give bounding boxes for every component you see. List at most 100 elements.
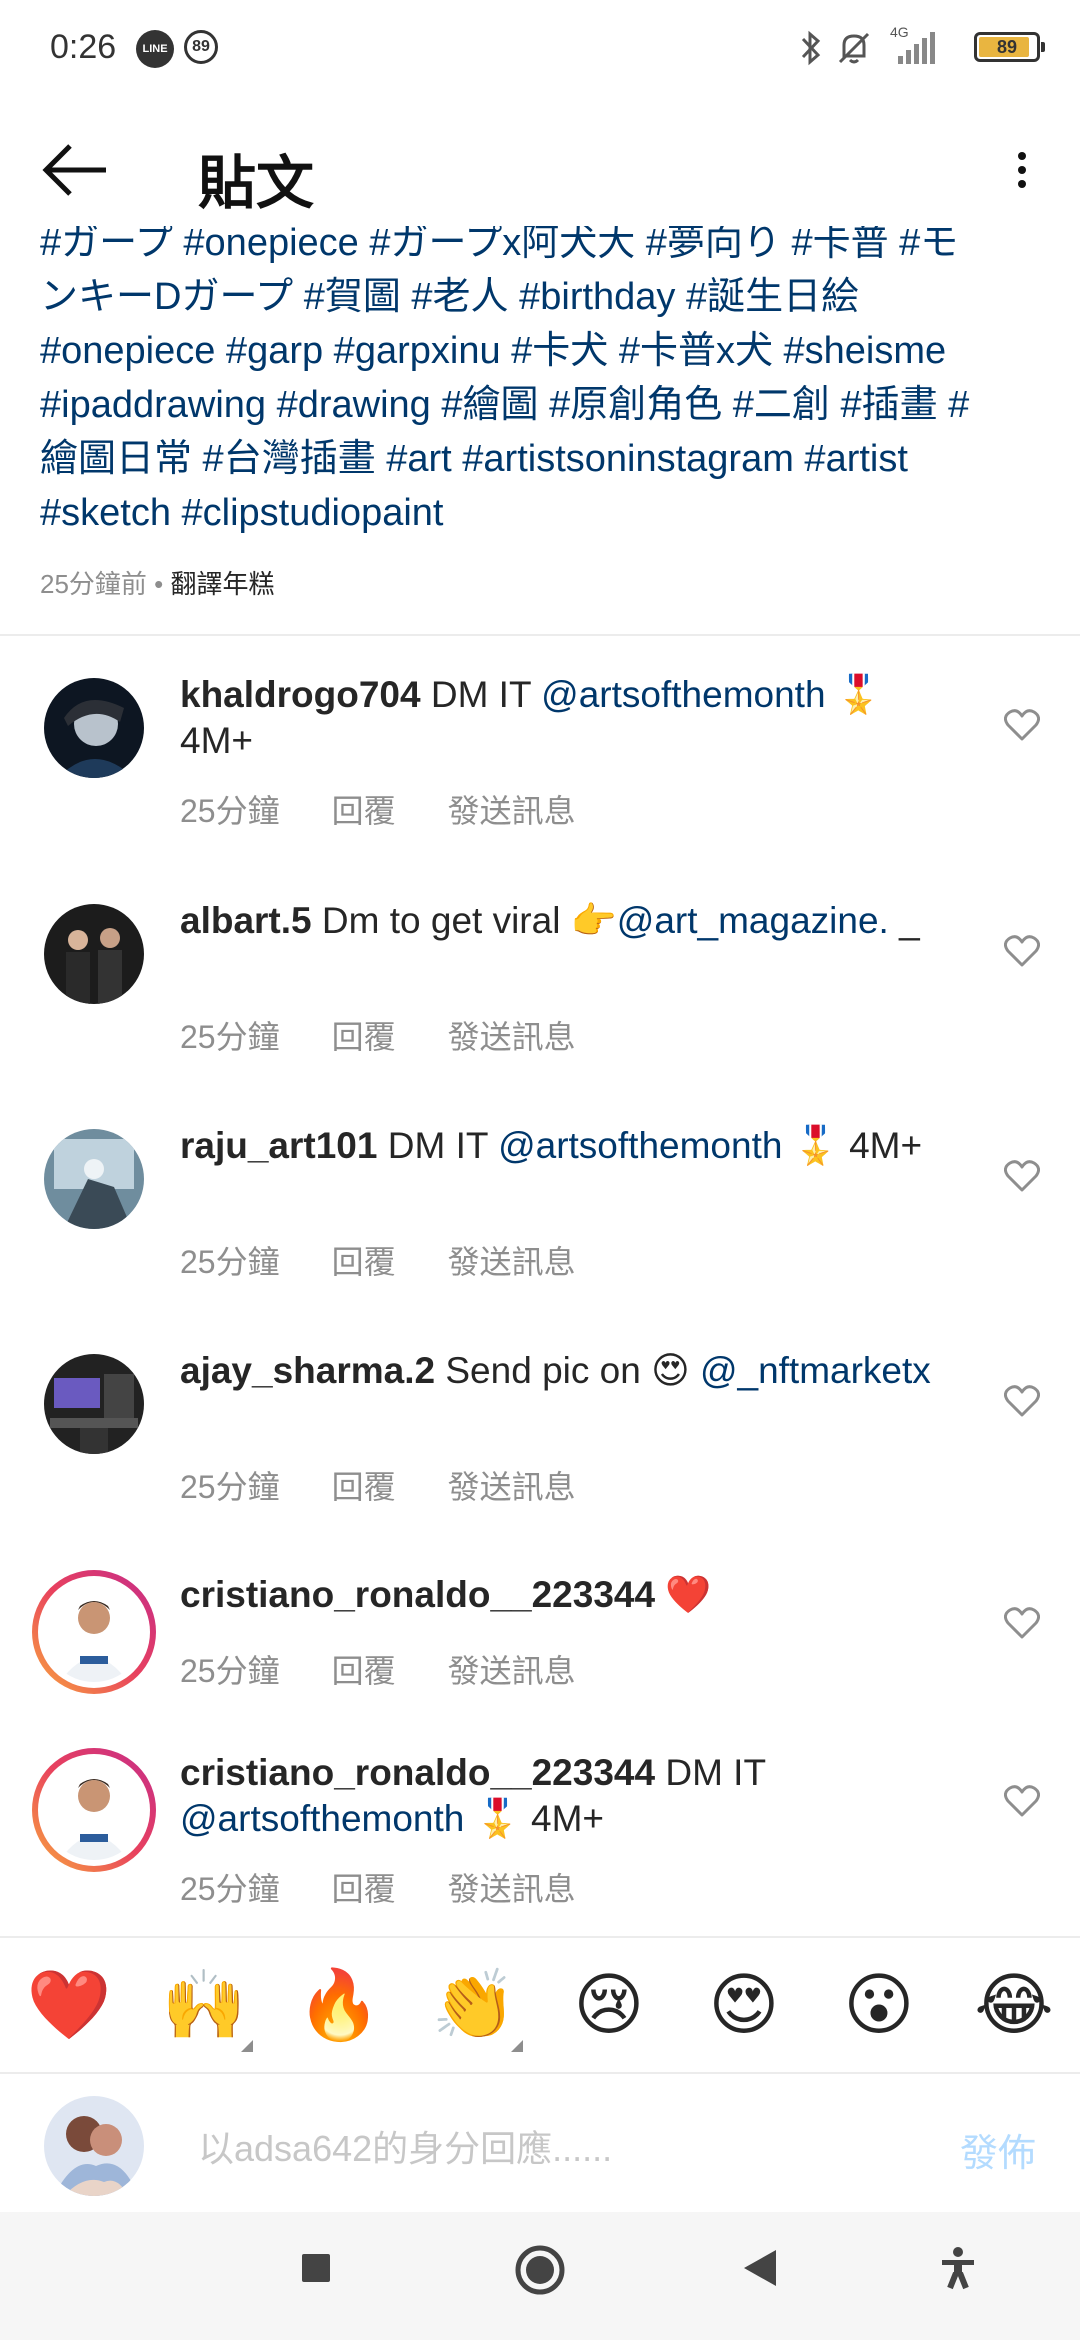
like-heart-icon[interactable]	[1004, 934, 1040, 968]
comment-mention[interactable]: @artsofthemonth	[180, 1798, 464, 1839]
line-app-icon: LINE	[136, 30, 174, 68]
reply-button[interactable]: 回覆	[332, 1019, 396, 1055]
comment-mention[interactable]: @artsofthemonth	[541, 674, 825, 715]
like-heart-icon[interactable]	[1004, 1384, 1040, 1418]
status-time: 0:26	[50, 28, 117, 66]
more-dot	[1018, 180, 1026, 188]
reply-button[interactable]: 回覆	[332, 1244, 396, 1280]
comment-time: 25分鐘	[180, 1019, 280, 1055]
comment-username[interactable]: cristiano_ronaldo__223344	[180, 1574, 655, 1615]
like-heart-icon[interactable]	[1004, 1159, 1040, 1193]
avatar[interactable]	[32, 1570, 156, 1694]
reply-bar: 以adsa642的身分回應...... 發佈	[0, 2072, 1080, 2214]
caption-time: 25分鐘前	[40, 569, 147, 599]
home-circle-icon[interactable]	[514, 2244, 566, 2296]
like-heart-icon[interactable]	[1004, 708, 1040, 742]
surprised-emoji[interactable]: 😮	[834, 1960, 924, 2050]
comment-actions: 25分鐘 回覆 發送訊息	[180, 1012, 628, 1058]
more-vertical-icon[interactable]	[1000, 146, 1044, 206]
send-message-button[interactable]: 發送訊息	[448, 1469, 576, 1505]
comment-text: cristiano_ronaldo__223344 ❤️	[180, 1572, 940, 1618]
divider	[0, 634, 1080, 636]
caption-line[interactable]: #ipaddrawing #drawing #繪圖 #原創角色 #二創 #插畫 …	[40, 378, 1050, 432]
status-icons: 4G 89	[800, 24, 1045, 70]
comment-suffix: 🎖️ 4M+	[464, 1798, 605, 1839]
comment-username[interactable]: cristiano_ronaldo__223344	[180, 1752, 655, 1793]
send-message-button[interactable]: 發送訊息	[448, 1244, 576, 1280]
comment-time: 25分鐘	[180, 1469, 280, 1505]
caption-line[interactable]: #onepiece #garp #garpxinu #卡犬 #卡普x犬 #she…	[40, 324, 1050, 378]
meta-separator: •	[154, 569, 164, 599]
comment-username[interactable]: raju_art101	[180, 1125, 377, 1166]
avatar[interactable]	[44, 1129, 144, 1229]
send-message-button[interactable]: 發送訊息	[448, 1871, 576, 1907]
comment-body: DM IT	[377, 1125, 499, 1166]
comment-text: ajay_sharma.2 Send pic on 😍 @_nftmarketx	[180, 1348, 940, 1394]
like-heart-icon[interactable]	[1004, 1784, 1040, 1818]
raising-hands-emoji[interactable]: 🙌	[159, 1960, 253, 2052]
quick-emoji-bar: ❤️ 🙌 🔥 👏 😢 😍 😮 😂	[0, 1936, 1080, 2074]
caption-line[interactable]: #sketch #clipstudiopaint	[40, 486, 1050, 540]
comment-text: khaldrogo704 DM IT @artsofthemonth 🎖️ 4M…	[180, 672, 940, 764]
caption-line[interactable]: 繪圖日常 #台灣插畫 #art #artistsoninstagram #art…	[40, 432, 1050, 486]
comment-mention[interactable]: @_nftmarketx	[700, 1350, 931, 1391]
reply-input[interactable]: 以adsa642的身分回應......	[198, 2120, 612, 2172]
comment-actions: 25分鐘 回覆 發送訊息	[180, 1864, 628, 1910]
caption-hashtags[interactable]: #ガープ #onepiece #ガープx阿犬大 #夢向り #卡普 #モ ンキーDガ…	[40, 226, 1050, 540]
comment-actions: 25分鐘 回覆 發送訊息	[180, 786, 628, 832]
post-header: 貼文	[0, 96, 1080, 246]
reply-button[interactable]: 回覆	[332, 1469, 396, 1505]
laughing-emoji[interactable]: 😂	[969, 1960, 1059, 2050]
recents-square-icon[interactable]	[300, 2252, 332, 2284]
comment-username[interactable]: albart.5	[180, 900, 312, 941]
skin-tone-indicator-icon	[511, 2040, 523, 2052]
like-heart-icon[interactable]	[1004, 1606, 1040, 1640]
clapping-emoji[interactable]: 👏	[429, 1960, 523, 2052]
comment-time: 25分鐘	[180, 1244, 280, 1280]
notification-count-badge: 89	[184, 30, 218, 64]
reply-button[interactable]: 回覆	[332, 793, 396, 829]
arrow-left-icon[interactable]	[40, 140, 110, 200]
comment-actions: 25分鐘 回覆 發送訊息	[180, 1237, 628, 1283]
caption-meta: 25分鐘前 • 翻譯年糕	[40, 564, 275, 601]
comment-body: DM IT	[655, 1752, 766, 1793]
avatar[interactable]	[44, 904, 144, 1004]
comment-mention[interactable]: @art_magazine.	[617, 900, 889, 941]
caption-line[interactable]: #ガープ #onepiece #ガープx阿犬大 #夢向り #卡普 #モ	[40, 226, 1050, 270]
send-message-button[interactable]: 發送訊息	[448, 1019, 576, 1055]
avatar[interactable]	[32, 1748, 156, 1872]
avatar[interactable]	[44, 678, 144, 778]
reply-button[interactable]: 回覆	[332, 1653, 396, 1689]
comment-username[interactable]: ajay_sharma.2	[180, 1350, 435, 1391]
comment-body: DM IT	[420, 674, 542, 715]
reply-button[interactable]: 回覆	[332, 1871, 396, 1907]
silent-bell-icon	[838, 32, 870, 64]
comment-mention[interactable]: @artsofthemonth	[498, 1125, 782, 1166]
comment-body: Dm to get viral 👉	[311, 900, 617, 941]
skin-tone-indicator-icon	[241, 2040, 253, 2052]
post-button[interactable]: 發佈	[960, 2122, 1036, 2177]
system-nav-bar	[0, 2212, 1080, 2340]
comment-time: 25分鐘	[180, 1871, 280, 1907]
comment-text: raju_art101 DM IT @artsofthemonth 🎖️ 4M+	[180, 1123, 940, 1169]
send-message-button[interactable]: 發送訊息	[448, 1653, 576, 1689]
comment-body: ❤️	[655, 1574, 712, 1615]
user-avatar-image	[44, 2096, 144, 2196]
comment-actions: 25分鐘 回覆 發送訊息	[180, 1646, 628, 1692]
translate-button[interactable]: 翻譯年糕	[171, 569, 275, 599]
comment-username[interactable]: khaldrogo704	[180, 674, 421, 715]
avatar[interactable]	[44, 1354, 144, 1454]
back-triangle-icon[interactable]	[742, 2248, 778, 2288]
heart-emoji[interactable]: ❤️	[24, 1960, 114, 2050]
accessibility-icon[interactable]	[940, 2246, 976, 2290]
crying-emoji[interactable]: 😢	[564, 1960, 654, 2050]
avatar	[44, 2096, 144, 2196]
send-message-button[interactable]: 發送訊息	[448, 793, 576, 829]
comment-body: Send pic on 😍	[435, 1350, 700, 1391]
heart-eyes-emoji[interactable]: 😍	[699, 1960, 789, 2050]
comment-text: cristiano_ronaldo__223344 DM IT @artsoft…	[180, 1750, 940, 1842]
status-bar: 0:26 LINE 89 4G 89	[0, 0, 1080, 96]
battery-icon: 89	[974, 32, 1045, 62]
caption-line[interactable]: ンキーDガープ #賀圖 #老人 #birthday #誕生日絵	[40, 270, 1050, 324]
fire-emoji[interactable]: 🔥	[294, 1960, 384, 2050]
